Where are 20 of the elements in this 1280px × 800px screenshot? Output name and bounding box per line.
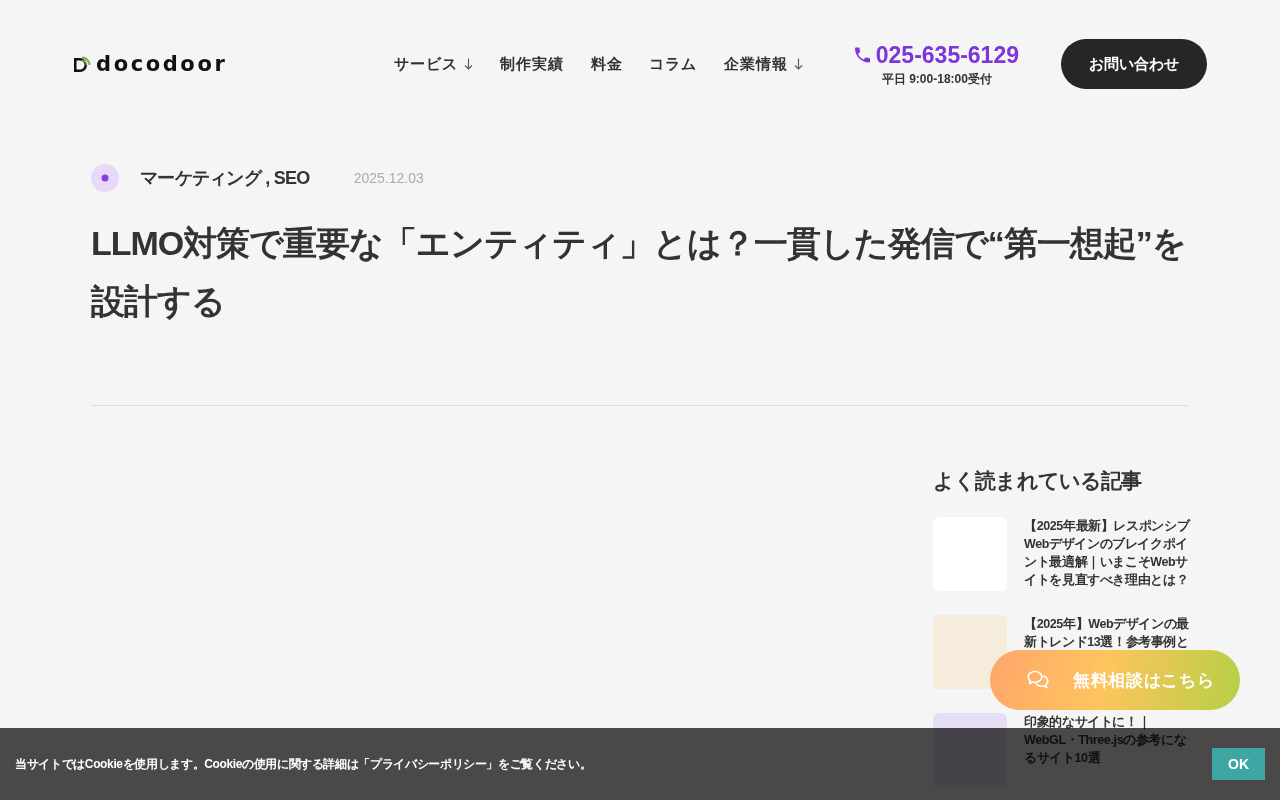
phone-number-link[interactable]: 025-635-6129: [854, 41, 1019, 69]
phone-icon: [854, 47, 870, 63]
sidebar-heading: よく読まれている記事: [933, 468, 1143, 494]
nav-link[interactable]: コラム: [649, 54, 698, 74]
nav-link[interactable]: サービス: [394, 54, 474, 74]
chat-icon: [1027, 670, 1049, 690]
article-title: LLMO対策で重要な「エンティティ」とは？一貫した発信で“第一想起”を設計する: [91, 223, 1187, 322]
popular-article-link[interactable]: 【2025年】Webデザインの最新トレンド13選！参考事例と: [1024, 615, 1198, 651]
business-hours: 平日 9:00-18:00受付: [881, 71, 992, 87]
logo[interactable]: docodoor: [73, 53, 228, 75]
category-dot-icon: [91, 164, 119, 192]
post-date: 2025.12.03: [353, 170, 424, 186]
nav-link[interactable]: 料金: [590, 54, 623, 74]
logo-icon: [73, 55, 91, 73]
cookie-message: 当サイトではCookieを使用します。Cookieの使用に関する詳細は「プライバシーポリシー」をご覧ください。: [15, 755, 592, 773]
category-link[interactable]: マーケティング , SEO: [140, 166, 310, 190]
popular-article-link[interactable]: 【2025年最新】レスポンシブWebデザインのブレイクポイント最適解｜いまこそWebサイトを見直すべき理由とは？: [1024, 517, 1198, 589]
contact-button[interactable]: お問い合わせ: [1061, 39, 1207, 89]
nav-link[interactable]: 企業情報: [724, 54, 803, 74]
nav-link[interactable]: 制作実績: [500, 54, 564, 74]
